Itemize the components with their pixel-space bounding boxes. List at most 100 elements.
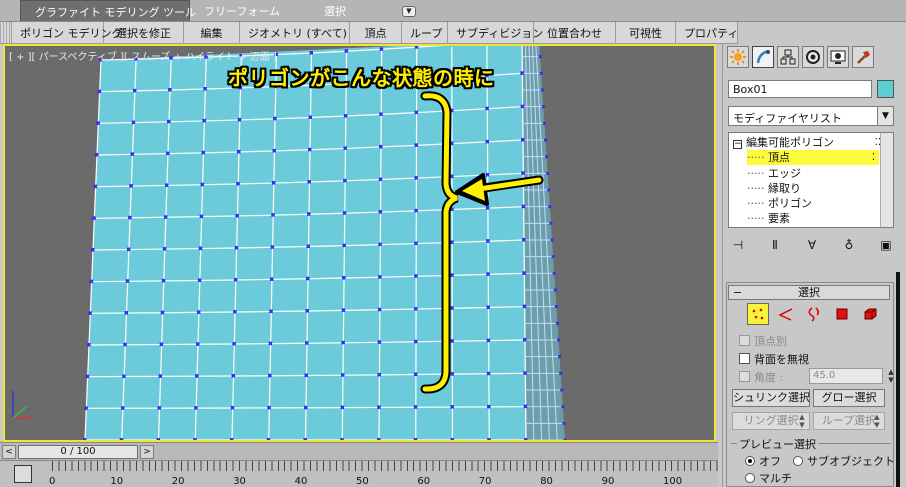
mesh-vertex — [377, 372, 381, 377]
ribbon-edit-button[interactable]: 編集 — [184, 22, 240, 43]
loop-button[interactable]: ループ選択 ▲ ▼ — [813, 412, 885, 430]
ribbon-polygon-modeling-button[interactable]: ポリゴン モデリング — [12, 22, 123, 43]
key-filter-icon[interactable] — [14, 465, 32, 483]
angle-checkbox-row[interactable]: 角度 : — [739, 369, 783, 384]
mesh-vertex — [342, 243, 346, 248]
selection-rollout-header[interactable]: − 選択 — [728, 285, 890, 300]
stack-item-vertex[interactable]: ····· 頂点 ⁚ — [747, 150, 879, 165]
object-name-field[interactable]: Box01 — [728, 80, 872, 98]
ignore-backfacing-checkbox[interactable] — [739, 353, 750, 364]
display-tab-icon[interactable] — [827, 46, 849, 68]
preview-subobject-radio-row[interactable]: サブオブジェクト — [793, 454, 895, 468]
vertex-mode-icon[interactable] — [747, 303, 769, 325]
motion-tab-icon[interactable] — [802, 46, 824, 68]
side-vertex — [541, 105, 545, 109]
track-bar[interactable]: 0 10 20 30 40 50 60 70 80 90 100 — [0, 460, 718, 487]
ribbon-align-button[interactable]: 位置合わせ — [534, 22, 616, 43]
stack-scrollbar[interactable] — [880, 133, 893, 227]
preview-multi-radio-row[interactable]: マルチ — [745, 471, 792, 485]
ring-spinner-icon[interactable]: ▲ ▼ — [797, 413, 807, 429]
mesh-vertex — [88, 311, 92, 315]
show-end-result-icon[interactable]: Ⅱ — [766, 237, 784, 254]
hierarchy-tab-icon[interactable] — [777, 46, 799, 68]
ribbon-grip[interactable] — [0, 22, 12, 43]
expand-minus-icon[interactable]: − — [733, 140, 742, 149]
ribbon-loop-button[interactable]: ループ — [402, 22, 448, 43]
next-frame-button[interactable]: > — [140, 445, 154, 459]
mesh-vertex — [160, 310, 165, 315]
by-vertex-checkbox[interactable] — [739, 335, 750, 346]
modifier-list-dropdown[interactable]: モディファイヤリスト ▼ — [728, 106, 894, 126]
mesh-vertex — [450, 273, 454, 277]
stack-item-editable-poly[interactable]: − 編集可能ポリゴン ⁚⁚ — [733, 135, 881, 150]
modifier-stack[interactable]: − 編集可能ポリゴン ⁚⁚ ····· 頂点 ⁚ ····· エッジ ····· … — [728, 132, 894, 228]
tab-freeform[interactable]: フリーフォーム — [190, 0, 310, 21]
utilities-tab-hammer-icon[interactable] — [852, 46, 874, 68]
preview-off-radio[interactable] — [745, 456, 755, 466]
mesh-vertex — [268, 373, 272, 378]
preview-multi-radio[interactable] — [745, 473, 755, 483]
ribbon-visibility-button[interactable]: 可視性 — [616, 22, 676, 43]
angle-spinner-field[interactable]: 45.0 ▲ ▼ — [809, 368, 894, 384]
polygon-mode-icon[interactable] — [831, 303, 853, 325]
pin-stack-icon[interactable]: ⊣ — [729, 237, 747, 254]
remove-modifier-icon[interactable]: ♁ — [840, 237, 858, 254]
stack-item-label: 編集可能ポリゴン — [746, 136, 834, 149]
make-unique-icon[interactable]: ∀ — [803, 237, 821, 254]
preview-subobject-radio[interactable] — [793, 456, 803, 466]
ribbon-properties-button[interactable]: プロパティ — [676, 22, 738, 43]
tab-selection[interactable]: 選択 — [310, 0, 390, 21]
mesh-vertex — [87, 343, 91, 347]
ribbon-geometry-all-button[interactable]: ジオメトリ (すべて) — [240, 22, 350, 43]
spinner-arrows-icon[interactable]: ▲ ▼ — [886, 368, 896, 384]
side-vertex — [558, 355, 562, 359]
ignore-backfacing-checkbox-row[interactable]: 背面を無視 — [739, 351, 809, 366]
mesh-vertex — [271, 181, 276, 185]
mesh-canvas[interactable] — [5, 46, 714, 440]
element-mode-icon[interactable] — [859, 303, 881, 325]
tab-graphite-modeling-tools[interactable]: グラファイト モデリング ツール — [20, 0, 196, 21]
modify-tab-icon[interactable] — [752, 46, 774, 68]
time-slider[interactable]: 0 / 100 — [18, 445, 138, 459]
ribbon-subdivision-button[interactable]: サブディビジョン — [448, 22, 543, 43]
track-bar-tick-label: 60 — [417, 476, 431, 487]
stack-item-element[interactable]: ····· 要素 — [747, 211, 790, 226]
ring-button[interactable]: リング選択 ▲ ▼ — [732, 412, 810, 430]
ribbon-minimize-icon[interactable]: ▼ — [402, 6, 416, 17]
subobject-level-buttons — [747, 303, 881, 325]
ribbon-modify-selection-button[interactable]: 選択を修正 — [104, 22, 184, 43]
chevron-down-icon[interactable]: ▼ — [877, 107, 893, 125]
loop-spinner-icon[interactable]: ▲ ▼ — [872, 413, 882, 429]
ribbon-vertex-button[interactable]: 頂点 — [350, 22, 402, 43]
mesh-vertex — [377, 307, 382, 312]
stack-item-polygon[interactable]: ····· ポリゴン — [747, 196, 812, 211]
create-tab-sun-icon[interactable] — [727, 46, 749, 68]
loop-label: ループ選択 — [821, 414, 877, 427]
by-vertex-checkbox-row[interactable]: 頂点別 — [739, 333, 787, 348]
angle-checkbox[interactable] — [739, 371, 750, 382]
border-mode-icon[interactable] — [803, 303, 825, 325]
perspective-viewport[interactable]: [ + ][ パースペクティブ ][ スムーズ + ハイライト + 辺面 ] ポ… — [3, 44, 716, 442]
track-bar-tick-label: 10 — [110, 476, 124, 487]
mesh-vertex — [129, 184, 133, 188]
3dsmax-window: グラファイト モデリング ツール フリーフォーム 選択 ▼ ポリゴン モデリング… — [0, 0, 906, 487]
mesh-vertex — [522, 271, 526, 275]
side-vertex — [538, 55, 542, 59]
mesh-vertex — [230, 405, 235, 410]
mesh-vertex — [203, 87, 207, 91]
preview-off-radio-row[interactable]: オフ — [745, 454, 781, 468]
grow-button[interactable]: グロー選択 — [813, 389, 885, 407]
collapse-minus-icon[interactable]: − — [733, 286, 742, 299]
shrink-button[interactable]: シュリンク選択 — [732, 389, 810, 407]
mesh-vertex — [307, 180, 311, 184]
prev-frame-button[interactable]: < — [2, 445, 16, 459]
object-color-swatch[interactable] — [877, 80, 894, 98]
viewport-label[interactable]: [ + ][ パースペクティブ ][ スムーズ + ハイライト + 辺面 ] — [9, 48, 277, 63]
configure-modifier-sets-icon[interactable]: ▣ — [877, 237, 895, 254]
stack-item-border[interactable]: ····· 縁取り — [747, 181, 801, 196]
command-panel-scrollbar[interactable] — [896, 272, 900, 487]
mesh-vertex — [343, 178, 347, 183]
stack-item-edge[interactable]: ····· エッジ — [747, 166, 801, 181]
edge-mode-icon[interactable] — [775, 303, 797, 325]
mesh-vertex — [379, 144, 383, 149]
